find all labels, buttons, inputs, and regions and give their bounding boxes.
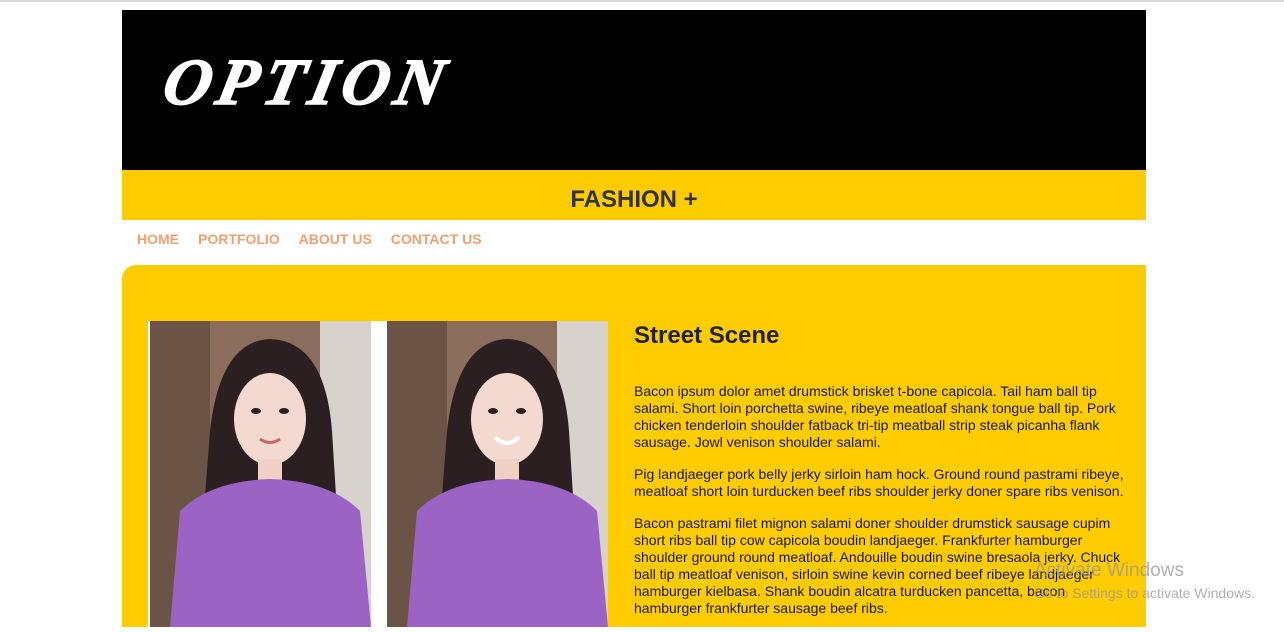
watermark-subtitle: Go to Settings to activate Windows. [1034, 585, 1255, 601]
logo-text: OPTION [157, 47, 458, 118]
article-paragraph: Bacon ipsum dolor amet drumstick brisket… [634, 383, 1116, 450]
page-container: OPTION FASHION + HOME PORTFOLIO ABOUT US… [122, 10, 1146, 627]
content-panel: Street Scene Bacon ipsum dolor amet drum… [122, 265, 1146, 627]
watermark-title: Activate Windows [1034, 560, 1184, 581]
photo-gallery [148, 321, 608, 627]
option-logo[interactable]: OPTION [156, 38, 536, 118]
nav-home[interactable]: HOME [137, 231, 179, 247]
nav-contact-us[interactable]: CONTACT US [391, 231, 482, 247]
portrait-photo [150, 321, 371, 627]
tagline-bar: FASHION + [122, 170, 1146, 220]
browser-top-border [0, 0, 1284, 2]
nav-about-us[interactable]: ABOUT US [299, 231, 372, 247]
article-title: Street Scene [634, 322, 780, 349]
portrait-photo [387, 321, 608, 627]
nav-portfolio[interactable]: PORTFOLIO [198, 231, 280, 247]
windows-activation-watermark: Activate Windows Go to Settings to activ… [1034, 560, 1255, 604]
tagline: FASHION + [570, 186, 698, 213]
article-paragraph: Pig landjaeger pork belly jerky sirloin … [634, 466, 1124, 499]
header-banner: OPTION [122, 10, 1146, 170]
